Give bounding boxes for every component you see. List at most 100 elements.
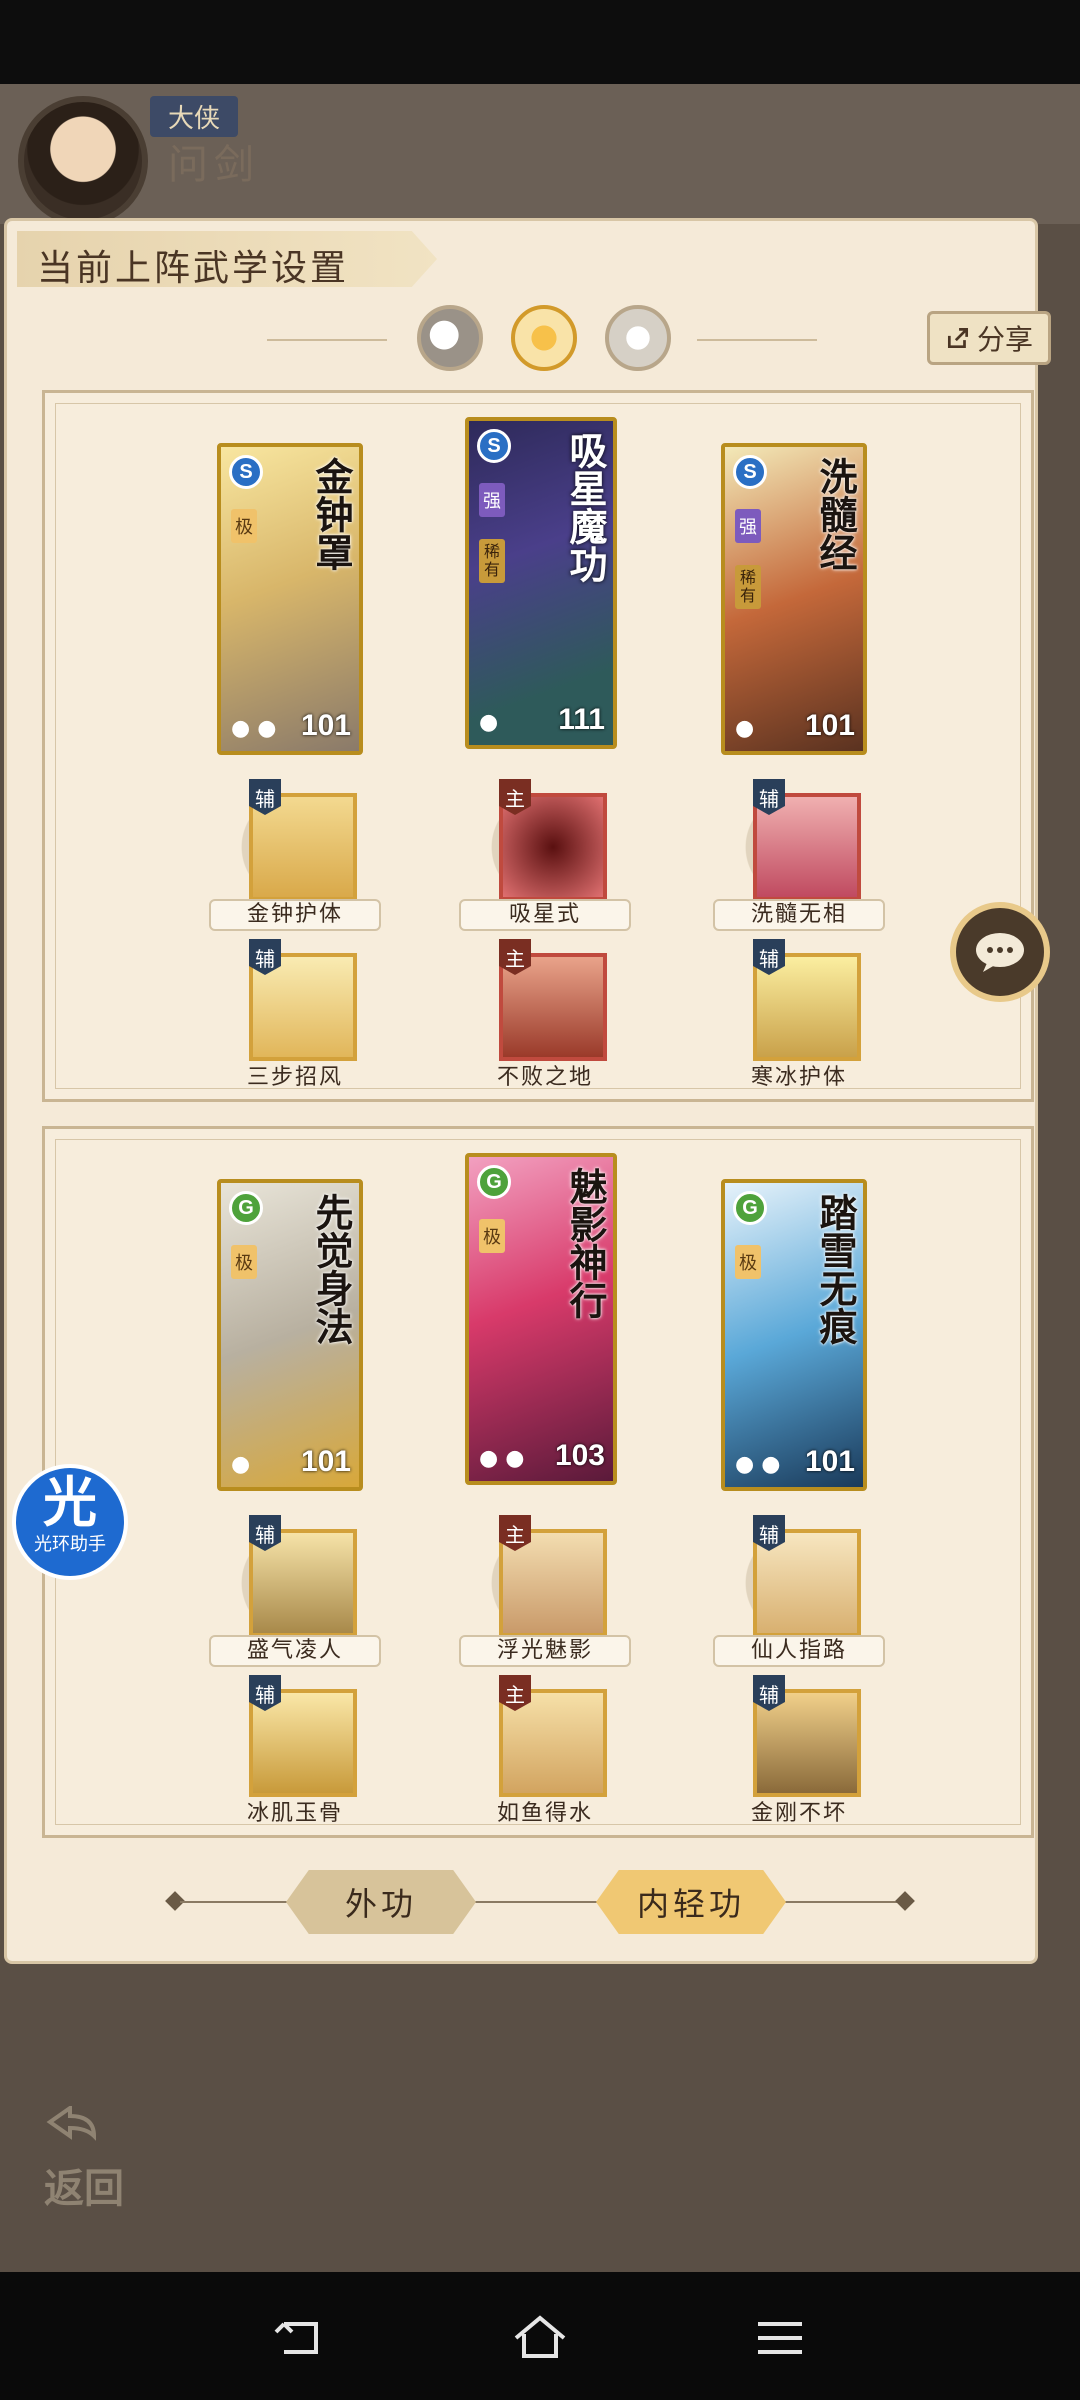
grade-badge: 极 [479,1219,505,1253]
tab-inner-skills[interactable]: 内轻功 [596,1870,786,1934]
aux-tag: 辅 [753,779,785,815]
sub-skill-label: 寒冰护体 [750,1065,847,1090]
sub-skill[interactable]: 辅 寒冰护体 [713,939,885,1090]
preset-ring-button[interactable] [605,305,671,371]
aux-tag: 辅 [753,1515,785,1551]
nav-menu-button[interactable] [750,2312,810,2364]
share-label: 分享 [976,323,1033,356]
sub-skill-backdrop [731,779,867,915]
sub-skill-icon [753,1529,861,1637]
card-name: 先觉身法 [309,1193,354,1345]
aux-tag: 辅 [753,1675,785,1711]
internal-type-icon: S [229,455,263,489]
main-tag: 主 [499,779,531,815]
card-level: 103 [554,1439,605,1472]
sub-skill[interactable]: 辅 仙人指路 [713,1515,885,1667]
sub-skill-backdrop [477,1515,613,1651]
avatar[interactable] [18,96,148,226]
chat-button[interactable] [950,902,1050,1002]
nav-home-button[interactable] [510,2312,570,2364]
rare-badge: 稀有 [479,539,505,583]
sub-skill-label: 冰肌玉骨 [246,1801,343,1826]
sub-skill-label: 洗髓无相 [713,899,885,931]
element-icons: ● [479,710,499,735]
skill-card[interactable]: S 强 稀有 洗髓经 ● 101 [721,443,867,755]
card-name: 吸星魔功 [563,431,608,583]
aux-tag: 辅 [249,939,281,975]
sub-skill-icon [499,793,607,901]
sub-skill[interactable]: 主 吸星式 [459,779,631,931]
sub-skill[interactable]: 辅 金刚不坏 [713,1675,885,1826]
tab-bar: 外功 内轻功 [160,1870,920,1934]
sub-skill-label: 浮光魅影 [459,1635,631,1667]
element-icons: ● ● [735,1452,781,1477]
system-nav-bar [0,2272,1080,2400]
player-name: 问剑 [168,142,260,188]
skill-card[interactable]: G 极 魅影神行 ● ● 103 [465,1153,617,1485]
sub-skill[interactable]: 主 如鱼得水 [459,1675,631,1826]
back-button[interactable]: 返回 [44,2104,164,2216]
nav-back-button[interactable] [270,2312,330,2364]
sub-skill[interactable]: 辅 金钟护体 [209,779,381,931]
sub-skill-label: 金刚不坏 [750,1801,847,1826]
player-profile: 大侠 问剑 [18,96,718,226]
sub-skill-icon [249,953,357,1061]
grade-badge: 强 [735,509,761,543]
divider [697,339,817,341]
element-icons: ● ● [231,716,277,741]
grade-badge: 极 [231,509,257,543]
sub-skill-icon [753,953,861,1061]
sub-skill-backdrop [227,1515,363,1651]
card-level: 101 [300,709,351,742]
back-label: 返回 [44,2165,124,2212]
element-icons: ● [735,716,755,741]
skill-group-2: G 极 先觉身法 ● 101 G 极 魅影神行 ● ● 103 G 极 踏雪无痕… [42,1126,1034,1838]
grade-badge: 极 [231,1245,257,1279]
element-icons: ● [231,1452,251,1477]
grade-badge: 极 [735,1245,761,1279]
halo-assistant-button[interactable]: 光 光环助手 [12,1464,128,1580]
rank-tag: 大侠 [150,96,239,137]
divider [267,339,387,341]
sub-skill-backdrop [227,779,363,915]
skill-card[interactable]: G 极 先觉身法 ● 101 [217,1179,363,1491]
panel-title: 当前上阵武学设置 [37,248,350,289]
sub-skill[interactable]: 辅 盛气凌人 [209,1515,381,1667]
aux-tag: 辅 [249,779,281,815]
card-level: 101 [804,1445,855,1478]
card-level: 101 [804,709,855,742]
share-icon [947,327,969,349]
sub-skill-icon [249,1689,357,1797]
sub-skill-backdrop [731,1515,867,1651]
sub-skill-label: 吸星式 [459,899,631,931]
sub-skill-icon [753,1689,861,1797]
share-button[interactable]: 分享 [927,311,1051,365]
sub-skill-icon [249,793,357,901]
nav-back-icon [274,2322,318,2354]
nav-home-icon [514,2315,566,2358]
internal-type-icon: S [733,455,767,489]
nav-menu-icon [758,2322,802,2354]
skill-card[interactable]: S 极 金钟罩 ● ● 101 [217,443,363,755]
movement-type-icon: G [229,1191,263,1225]
preset-sun-button[interactable] [511,305,577,371]
card-name: 魅影神行 [563,1167,608,1319]
sub-skill[interactable]: 辅 冰肌玉骨 [209,1675,381,1826]
halo-char: 光 [43,1471,97,1534]
internal-type-icon: S [477,429,511,463]
sub-skill[interactable]: 辅 三步招风 [209,939,381,1090]
rare-badge: 稀有 [735,565,761,609]
card-level: 101 [300,1445,351,1478]
preset-moon-button[interactable] [417,305,483,371]
sub-skill-label: 如鱼得水 [496,1801,593,1826]
sub-skill[interactable]: 辅 洗髓无相 [713,779,885,931]
sub-skill-icon [499,953,607,1061]
sub-skill-icon [499,1689,607,1797]
skill-card[interactable]: S 强 稀有 吸星魔功 ● 111 [465,417,617,749]
tab-outer-skills[interactable]: 外功 [286,1870,476,1934]
skill-card[interactable]: G 极 踏雪无痕 ● ● 101 [721,1179,867,1491]
aux-tag: 辅 [249,1675,281,1711]
sub-skill[interactable]: 主 不败之地 [459,939,631,1090]
sub-skill[interactable]: 主 浮光魅影 [459,1515,631,1667]
divider-diamond [895,1891,915,1911]
